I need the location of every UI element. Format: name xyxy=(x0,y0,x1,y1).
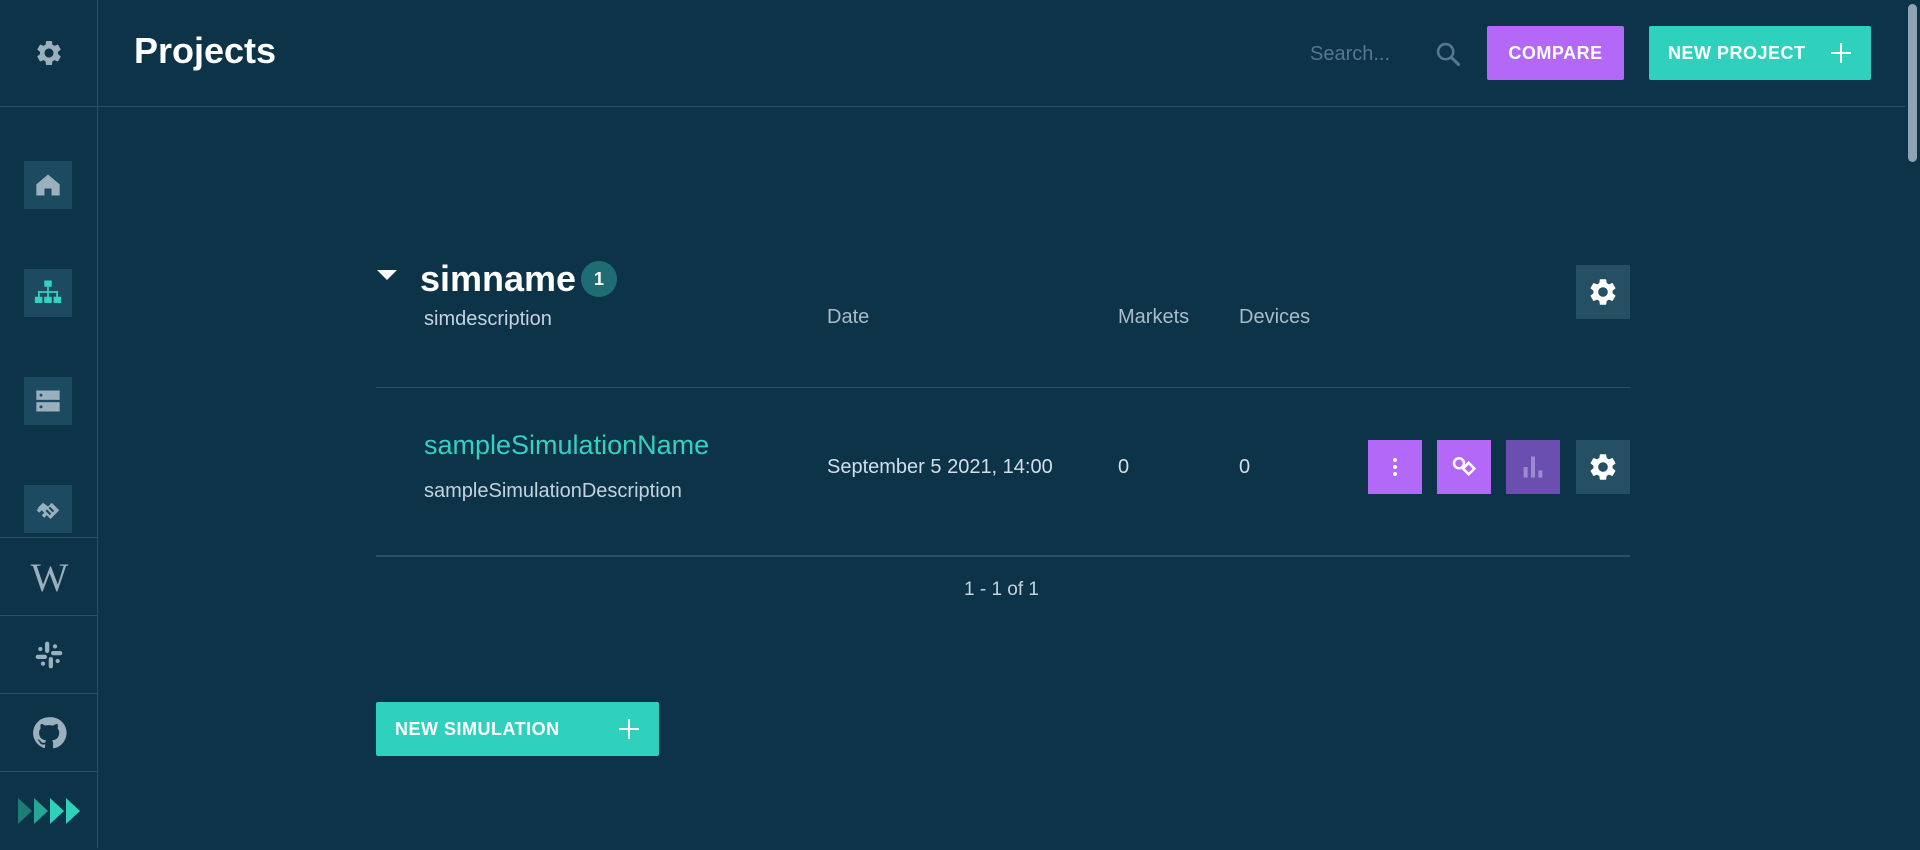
divider xyxy=(376,555,1630,557)
results-chart-button[interactable] xyxy=(1506,440,1560,494)
new-simulation-button[interactable]: NEW SIMULATION xyxy=(376,702,659,756)
hierarchy-icon xyxy=(34,280,62,303)
search-icon[interactable] xyxy=(1434,40,1462,68)
search-input[interactable] xyxy=(1308,36,1408,72)
simulation-date: September 5 2021, 14:00 xyxy=(827,456,1053,478)
project-name: simname xyxy=(420,258,577,299)
simulation-description: sampleSimulationDescription xyxy=(424,480,682,502)
sidebar-settings[interactable] xyxy=(0,0,97,107)
column-header-date: Date xyxy=(827,306,870,328)
sidebar-item-markets[interactable] xyxy=(24,485,72,533)
column-header-devices: Devices xyxy=(1239,306,1311,328)
new-project-label: NEW PROJECT xyxy=(1668,42,1806,63)
wikipedia-icon: W xyxy=(30,554,69,600)
simulation-devices: 0 xyxy=(1239,456,1251,478)
compare-button[interactable]: COMPARE xyxy=(1487,26,1624,80)
gear-icon xyxy=(1590,279,1616,305)
scrollbar-thumb[interactable] xyxy=(1908,4,1917,162)
sidebar: W xyxy=(0,0,98,848)
simulation-name-link[interactable]: sampleSimulationName xyxy=(424,430,709,461)
sidebar-link-wiki[interactable]: W xyxy=(0,538,97,616)
project-settings-button[interactable] xyxy=(1576,265,1630,319)
results-map-button[interactable] xyxy=(1437,440,1491,494)
new-simulation-label: NEW SIMULATION xyxy=(395,718,560,739)
sidebar-item-projects[interactable] xyxy=(24,269,72,317)
simulation-settings-button[interactable] xyxy=(1576,440,1630,494)
github-icon xyxy=(32,717,67,749)
simulation-markets: 0 xyxy=(1118,456,1130,478)
column-header-markets: Markets xyxy=(1118,306,1190,328)
sidebar-item-home[interactable] xyxy=(24,161,72,209)
sidebar-item-data[interactable] xyxy=(24,377,72,425)
sidebar-collapse-button[interactable] xyxy=(0,772,97,850)
sidebar-link-slack[interactable] xyxy=(0,616,97,694)
home-icon xyxy=(36,174,60,196)
shapes-icon xyxy=(1452,457,1477,477)
plus-icon xyxy=(619,719,639,739)
project-description: simdescription xyxy=(424,308,552,330)
page-title: Projects xyxy=(134,30,277,71)
new-project-button[interactable]: NEW PROJECT xyxy=(1649,26,1871,80)
collapse-caret-icon[interactable] xyxy=(377,270,397,280)
slack-icon xyxy=(35,641,62,669)
pagination-label: 1 - 1 of 1 xyxy=(964,579,1039,600)
handshake-icon xyxy=(36,502,60,519)
divider xyxy=(376,387,1630,388)
gear-icon[interactable] xyxy=(34,38,64,68)
sidebar-link-github[interactable] xyxy=(0,694,97,772)
gear-icon xyxy=(1590,454,1616,480)
plus-icon xyxy=(1831,43,1851,63)
project-count-badge: 1 xyxy=(581,261,617,297)
more-options-button[interactable] xyxy=(1368,440,1422,494)
bar-chart-icon xyxy=(1523,456,1543,478)
server-icon xyxy=(36,390,60,412)
fast-forward-icon xyxy=(17,798,80,824)
header: Projects COMPARE NEW PROJECT xyxy=(98,0,1905,107)
more-vertical-icon xyxy=(1393,458,1397,476)
scrollbar[interactable] xyxy=(1905,0,1920,848)
search xyxy=(1308,34,1461,74)
